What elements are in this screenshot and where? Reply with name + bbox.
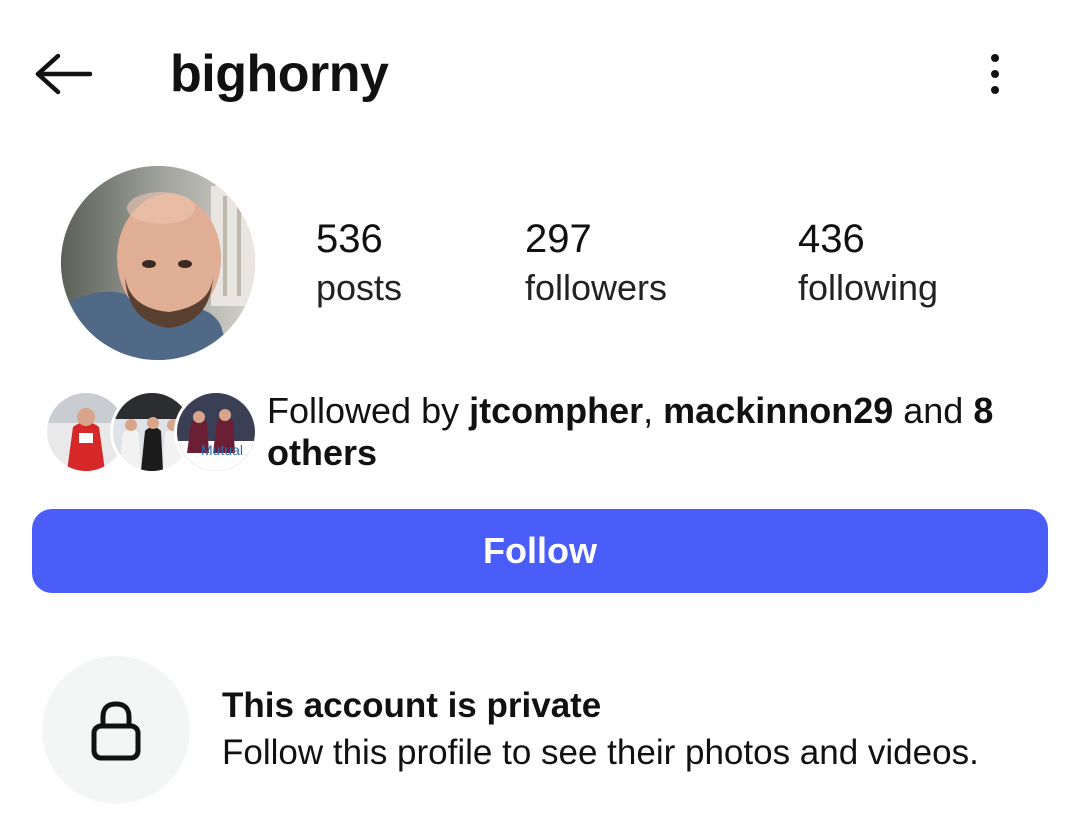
lock-icon-container bbox=[42, 656, 190, 804]
mutual-avatar-3: Mutual bbox=[174, 390, 258, 474]
profile-avatar[interactable] bbox=[61, 166, 255, 360]
posts-stat[interactable]: 536 posts bbox=[316, 214, 402, 312]
mutual-followers-avatars[interactable]: Mutual bbox=[44, 390, 258, 474]
posts-count: 536 bbox=[316, 217, 383, 261]
followers-label: followers bbox=[525, 267, 668, 308]
following-count: 436 bbox=[798, 217, 865, 261]
arrow-left-icon bbox=[35, 53, 93, 95]
back-button[interactable] bbox=[30, 46, 96, 102]
private-account-subtitle: Follow this profile to see their photos … bbox=[222, 733, 979, 772]
posts-label: posts bbox=[316, 267, 403, 308]
more-vertical-icon-dot bbox=[991, 70, 999, 78]
followers-stat[interactable]: 297 followers bbox=[525, 214, 667, 312]
followed-by-prefix: Followed by bbox=[267, 390, 470, 431]
profile-username: bighorny bbox=[170, 45, 389, 103]
follow-button[interactable]: Follow bbox=[32, 509, 1048, 593]
profile-photo bbox=[61, 166, 255, 360]
svg-text:Mutual: Mutual bbox=[201, 442, 243, 458]
followed-by-text[interactable]: Followed by jtcompher, mackinnon29 and 8… bbox=[267, 390, 1047, 474]
private-account-title: This account is private bbox=[222, 686, 602, 725]
followers-count: 297 bbox=[525, 217, 592, 261]
following-label: following bbox=[798, 267, 939, 308]
lock-icon bbox=[91, 701, 141, 761]
more-options-button[interactable] bbox=[972, 46, 1018, 102]
followed-by-and: and bbox=[893, 390, 974, 431]
mutual-username-1[interactable]: jtcompher bbox=[469, 390, 643, 431]
more-vertical-icon-dot bbox=[991, 86, 999, 94]
more-vertical-icon bbox=[991, 54, 999, 62]
profile-header: bighorny bbox=[0, 0, 1080, 150]
mutual-username-2[interactable]: mackinnon29 bbox=[663, 390, 893, 431]
following-stat[interactable]: 436 following bbox=[798, 214, 938, 312]
followed-by-separator: , bbox=[643, 390, 664, 431]
